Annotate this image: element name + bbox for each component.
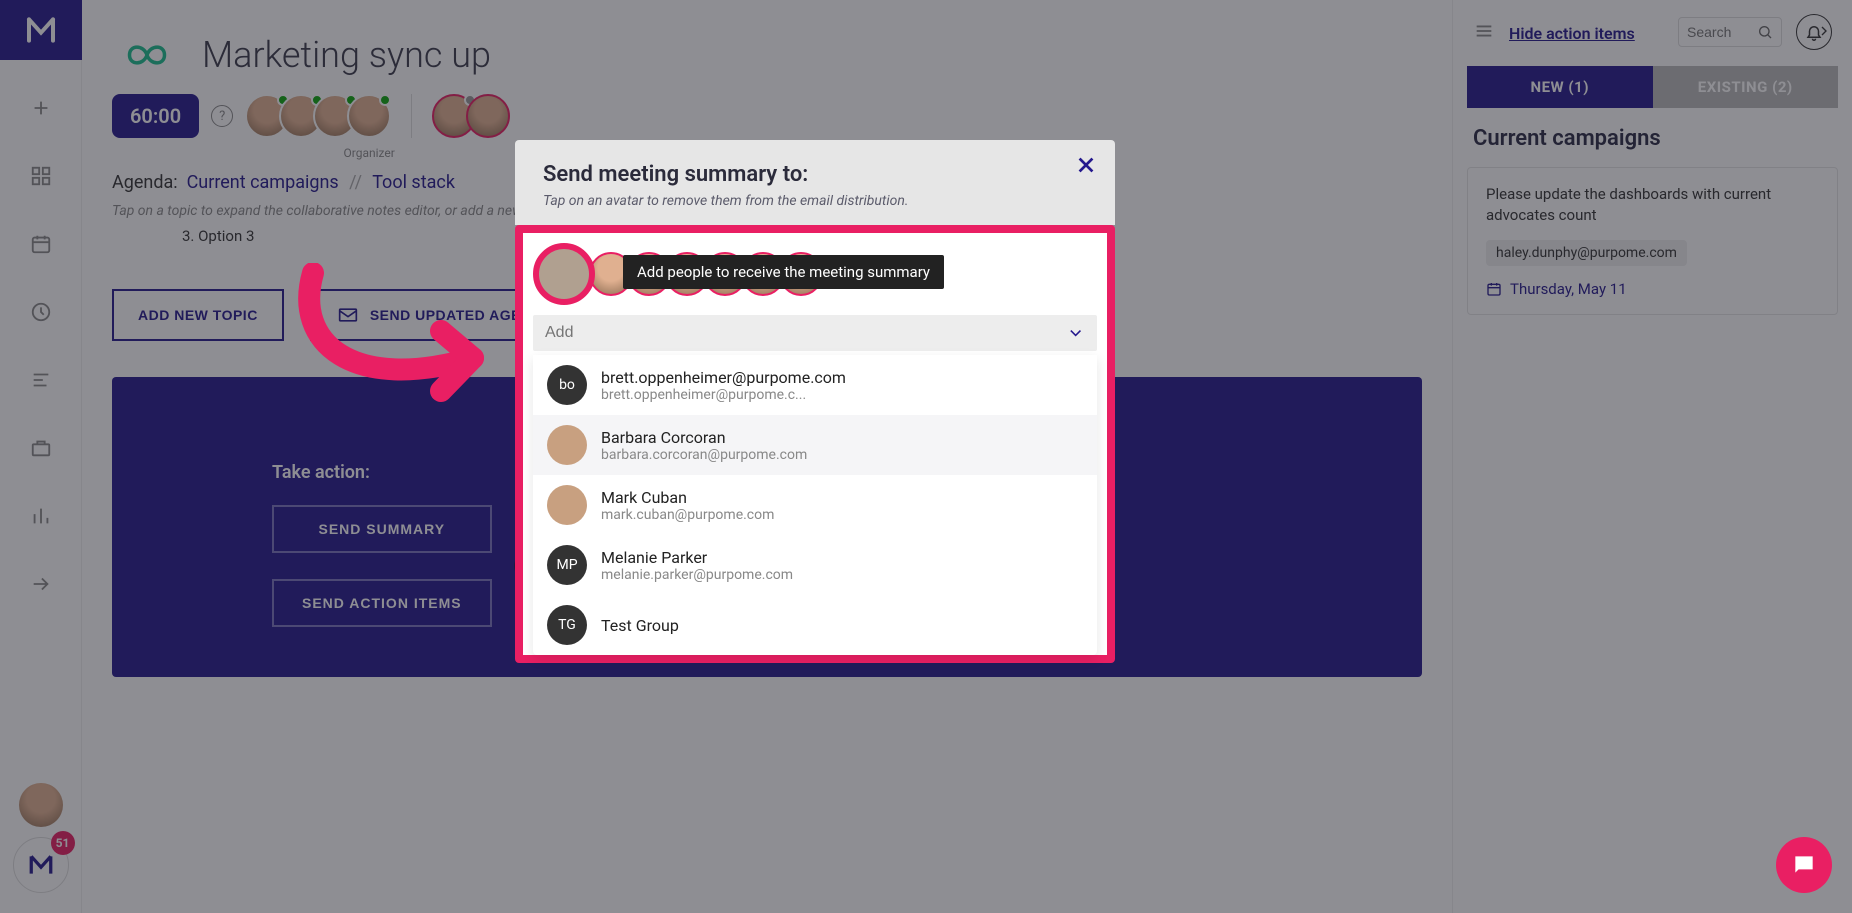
chevron-down-icon[interactable]	[1066, 323, 1085, 343]
option-avatar: bo	[547, 365, 587, 405]
option-avatar	[547, 485, 587, 525]
modal-header: Send meeting summary to: Tap on an avata…	[515, 140, 1115, 225]
add-recipient-field[interactable]	[533, 315, 1097, 351]
option-name: Melanie Parker	[601, 548, 793, 567]
option-email: brett.oppenheimer@purpome.c...	[601, 387, 846, 403]
chat-bubble-icon[interactable]	[1776, 837, 1832, 893]
modal-title: Send meeting summary to:	[543, 162, 1087, 187]
highlighted-area: Add people to receive the meeting summar…	[515, 225, 1115, 663]
close-icon[interactable]	[1075, 154, 1097, 180]
modal-subtitle: Tap on an avatar to remove them from the…	[543, 193, 1087, 209]
option-email: melanie.parker@purpome.com	[601, 567, 793, 583]
callout-arrow	[273, 263, 513, 437]
add-input[interactable]	[545, 324, 1066, 342]
option-name: Test Group	[601, 616, 679, 635]
option-email: barbara.corcoran@purpome.com	[601, 447, 807, 463]
option-email: mark.cuban@purpome.com	[601, 507, 774, 523]
dropdown-option[interactable]: Mark Cubanmark.cuban@purpome.com	[533, 475, 1097, 535]
dropdown-option[interactable]: bo brett.oppenheimer@purpome.combrett.opp…	[533, 355, 1097, 415]
dropdown-option[interactable]: Barbara Corcoranbarbara.corcoran@purpome…	[533, 415, 1097, 475]
recipient-avatars: Add people to receive the meeting summar…	[533, 243, 1097, 305]
dropdown-option[interactable]: TG Test Group	[533, 595, 1097, 655]
recipient-avatar-primary[interactable]	[533, 243, 595, 305]
dropdown-option[interactable]: MP Melanie Parkermelanie.parker@purpome.c…	[533, 535, 1097, 595]
tooltip: Add people to receive the meeting summar…	[623, 255, 944, 289]
option-name: Barbara Corcoran	[601, 428, 807, 447]
option-avatar: MP	[547, 545, 587, 585]
recipient-dropdown: bo brett.oppenheimer@purpome.combrett.opp…	[533, 355, 1097, 655]
option-name: Mark Cuban	[601, 488, 774, 507]
option-avatar: TG	[547, 605, 587, 645]
option-name: brett.oppenheimer@purpome.com	[601, 368, 846, 387]
option-avatar	[547, 425, 587, 465]
